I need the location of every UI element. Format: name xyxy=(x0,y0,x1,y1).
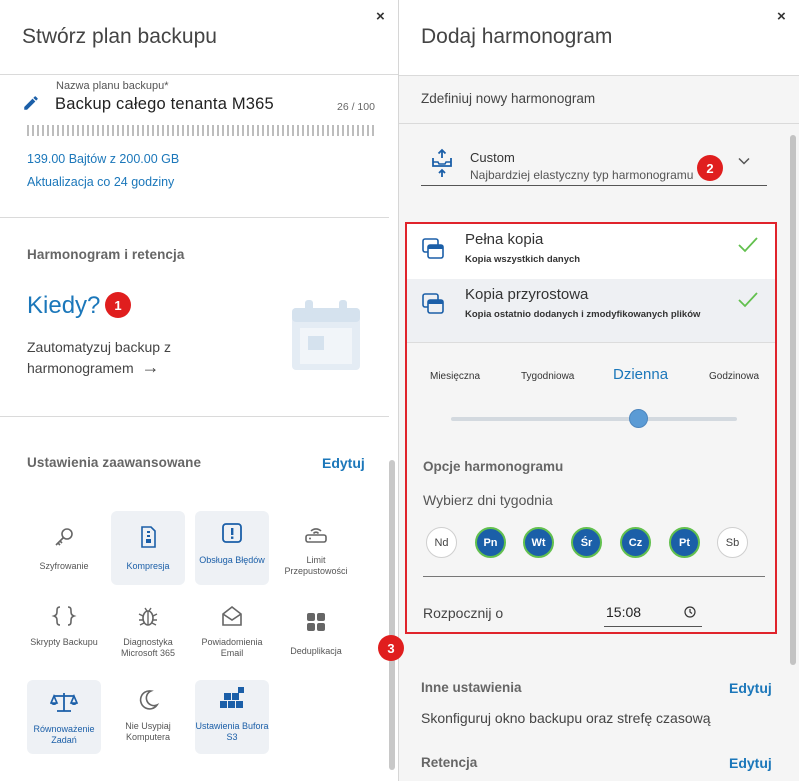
tile-prevent-sleep[interactable]: Nie Usypiaj Komputera xyxy=(111,680,185,754)
tile-label: Powiadomienia Email xyxy=(201,637,263,658)
advanced-section-title: Ustawienia zaawansowane xyxy=(27,455,202,470)
configure-window-text: Skonfiguruj okno backupu oraz strefę cza… xyxy=(421,710,711,726)
divider xyxy=(0,74,398,75)
callout-badge-2: 2 xyxy=(697,155,723,181)
schedule-type-value: Custom xyxy=(470,150,515,165)
tile-label: Limit Przepustowości xyxy=(284,555,348,576)
scales-icon xyxy=(50,693,78,712)
plan-name-label: Nazwa planu backupu* xyxy=(56,80,169,92)
tile-label: Obsługa Błędów xyxy=(199,555,265,565)
advanced-edit-button[interactable]: Edytuj xyxy=(322,455,365,471)
callout-badge-1: 1 xyxy=(105,292,131,318)
chevron-down-icon[interactable] xyxy=(737,154,751,168)
right-panel-title: Dodaj harmonogram xyxy=(421,25,613,48)
tile-load-balancing[interactable]: Równoważenie Zadań xyxy=(27,680,101,754)
cubes-icon xyxy=(220,687,244,708)
create-plan-panel: × Stwórz plan backupu Nazwa planu backup… xyxy=(0,0,399,781)
divider xyxy=(399,123,799,124)
tile-bandwidth-limit[interactable]: Limit Przepustowości xyxy=(279,511,353,585)
alert-box-icon xyxy=(222,523,242,543)
tile-label: Szyfrowanie xyxy=(39,561,89,571)
tile-label: Nie Usypiaj Komputera xyxy=(125,721,171,742)
calendar-icon xyxy=(292,300,360,370)
tile-s3-buffer[interactable]: Ustawienia Bufora S3 xyxy=(195,680,269,754)
close-right-button[interactable]: × xyxy=(777,8,786,25)
other-settings-edit-button[interactable]: Edytuj xyxy=(729,680,772,696)
other-settings-title: Inne ustawienia xyxy=(421,680,522,695)
retention-edit-button[interactable]: Edytuj xyxy=(729,755,772,771)
arrow-right-icon: → xyxy=(141,357,160,377)
tile-email-notifications[interactable]: Powiadomienia Email xyxy=(195,596,269,670)
plan-name-input[interactable]: Backup całego tenanta M365 xyxy=(55,95,274,114)
when-heading[interactable]: Kiedy? xyxy=(27,292,100,320)
add-schedule-panel: × Dodaj harmonogram Zdefiniuj nowy harmo… xyxy=(378,0,799,781)
schedule-section-title: Harmonogram i retencja xyxy=(27,247,185,262)
grid-icon xyxy=(307,613,325,631)
divider xyxy=(0,217,389,218)
bug-icon xyxy=(138,607,158,626)
tile-label: Diagnostyka Microsoft 365 xyxy=(120,637,176,658)
highlight-box xyxy=(405,222,777,634)
tile-label: Deduplikacja xyxy=(290,646,342,656)
storage-usage[interactable]: 139.00 Bajtów z 200.00 GB xyxy=(27,152,179,166)
automate-link[interactable]: Zautomatyzuj backup z harmonogramem → xyxy=(27,337,197,378)
upload-tray-icon xyxy=(432,148,452,177)
retention-title: Retencja xyxy=(421,755,478,770)
tile-m365-diagnostics[interactable]: Diagnostyka Microsoft 365 xyxy=(111,596,185,670)
close-left-button[interactable]: × xyxy=(376,8,385,25)
braces-icon xyxy=(51,606,77,626)
key-icon xyxy=(55,528,73,546)
plan-name-counter: 26 / 100 xyxy=(337,101,375,113)
router-icon xyxy=(305,528,327,543)
tile-deduplication[interactable]: Deduplikacja xyxy=(279,596,353,670)
zip-file-icon xyxy=(141,526,156,548)
tile-label: Skrypty Backupu xyxy=(30,637,98,647)
moon-icon xyxy=(139,690,160,710)
storage-bar xyxy=(27,125,377,136)
tile-error-handling[interactable]: Obsługa Błędów xyxy=(195,511,269,585)
define-schedule-heading: Zdefiniuj nowy harmonogram xyxy=(421,91,596,106)
tile-encryption[interactable]: Szyfrowanie xyxy=(27,511,101,585)
open-envelope-icon xyxy=(222,605,242,626)
update-frequency[interactable]: Aktualizacja co 24 godziny xyxy=(27,175,174,189)
right-scrollbar[interactable] xyxy=(790,135,796,665)
schedule-type-description: Najbardziej elastyczny typ harmonogramu xyxy=(470,168,694,182)
left-scrollbar[interactable] xyxy=(389,460,395,770)
callout-badge-3: 3 xyxy=(378,635,404,661)
left-panel-title: Stwórz plan backupu xyxy=(22,25,217,48)
divider xyxy=(0,416,389,417)
pencil-icon[interactable] xyxy=(22,94,40,112)
tile-label: Kompresja xyxy=(126,561,170,571)
divider xyxy=(399,75,799,76)
tile-backup-scripts[interactable]: Skrypty Backupu xyxy=(27,596,101,670)
tile-label: Równoważenie Zadań xyxy=(33,724,95,745)
tile-label: Ustawienia Bufora S3 xyxy=(195,721,269,742)
tile-compression[interactable]: Kompresja xyxy=(111,511,185,585)
